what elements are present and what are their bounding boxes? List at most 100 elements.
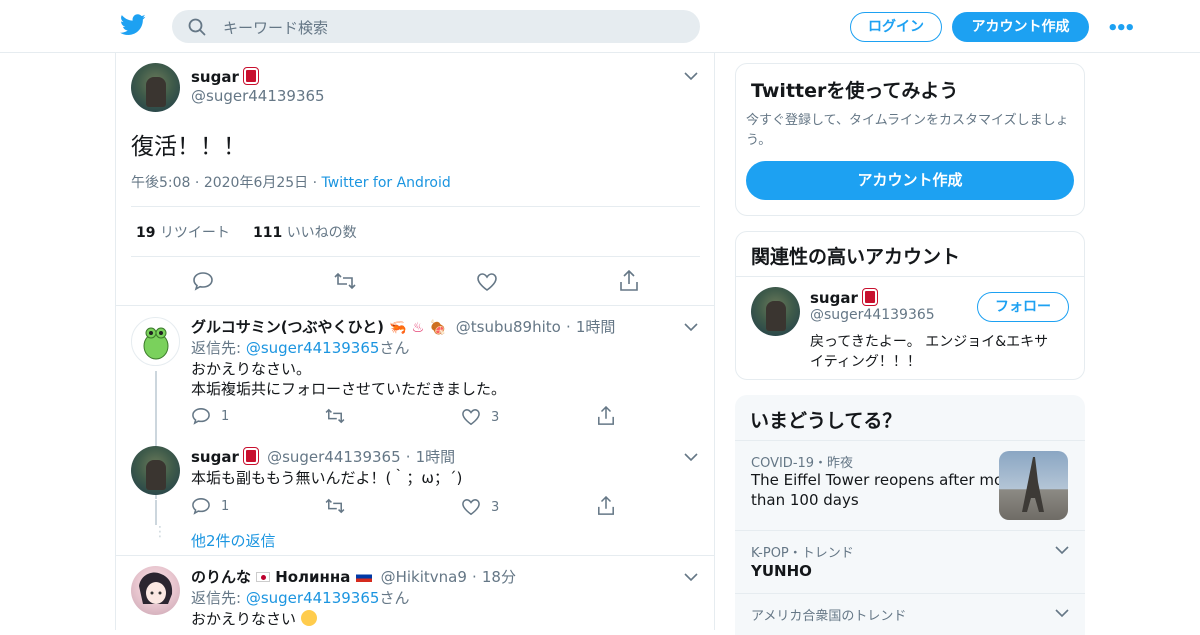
signup-button[interactable]: アカウント作成 bbox=[952, 12, 1089, 42]
eiffel-tower-thumbnail[interactable] bbox=[999, 451, 1068, 520]
reply-action[interactable]: 1 bbox=[191, 407, 229, 429]
trend-item[interactable]: K-POP・トレンド YUNHO bbox=[735, 530, 1085, 593]
search-bar[interactable]: キーワード検索 bbox=[172, 10, 700, 43]
related-account-handle[interactable]: @suger44139365 bbox=[810, 307, 935, 323]
tweet-author-name[interactable]: sugar bbox=[191, 68, 239, 86]
like-action[interactable]: 3 bbox=[461, 498, 499, 520]
more-menu-icon[interactable]: ••• bbox=[1107, 18, 1136, 39]
reply-action[interactable]: 1 bbox=[191, 497, 229, 519]
reply-text-line: おかえりなさい。 bbox=[191, 360, 312, 378]
trend-item[interactable]: COVID-19・昨夜 The Eiffel Tower reopens aft… bbox=[735, 440, 1085, 530]
tweet-time[interactable]: 午後5:08 bbox=[131, 175, 190, 191]
reply-time[interactable]: 1時間 bbox=[576, 318, 616, 336]
reply-time[interactable]: 1時間 bbox=[416, 448, 456, 466]
reply-to-handle-link[interactable]: @suger44139365 bbox=[246, 339, 380, 357]
emoji-hotspring-icon: ♨ bbox=[411, 320, 425, 336]
nerd-face-emoji-icon bbox=[300, 610, 317, 626]
divider bbox=[131, 256, 700, 257]
login-button[interactable]: ログイン bbox=[850, 12, 942, 42]
flower-card-emoji-icon bbox=[861, 288, 878, 306]
retweet-icon[interactable] bbox=[334, 272, 356, 290]
card-title: 関連性の高いアカウント bbox=[751, 246, 961, 268]
divider bbox=[116, 555, 714, 556]
card-description: う。 bbox=[746, 133, 772, 148]
twitter-bird-icon[interactable] bbox=[120, 14, 146, 36]
avatar[interactable] bbox=[131, 63, 180, 112]
share-icon[interactable] bbox=[619, 270, 639, 292]
search-placeholder: キーワード検索 bbox=[223, 19, 329, 37]
avatar[interactable] bbox=[131, 566, 180, 615]
reply-icon[interactable] bbox=[192, 271, 214, 291]
reply-text: おかえりなさい bbox=[191, 610, 297, 628]
thread-line bbox=[155, 500, 157, 525]
thread-dots: ⋮ bbox=[153, 524, 167, 540]
trend-meta: K-POP・トレンド bbox=[751, 546, 854, 561]
chevron-down-icon[interactable] bbox=[684, 322, 698, 332]
share-icon[interactable] bbox=[597, 496, 615, 516]
russia-flag-icon bbox=[355, 571, 372, 582]
related-account-bio: イティング！！！ bbox=[810, 354, 921, 370]
more-replies-link[interactable]: 他2件の返信 bbox=[191, 530, 276, 551]
related-accounts-card: 関連性の高いアカウント sugar @suger44139365 フォロー 戻っ… bbox=[735, 231, 1085, 380]
signup-button-large[interactable]: アカウント作成 bbox=[746, 161, 1074, 200]
avatar[interactable] bbox=[751, 287, 800, 336]
frog-character-icon bbox=[143, 327, 169, 360]
divider bbox=[131, 206, 700, 207]
reply-author-name[interactable]: グルコサミン(つぶやくひと) bbox=[191, 318, 384, 336]
eiffel-tower-icon bbox=[1022, 457, 1044, 512]
reply-author-handle[interactable]: @tsubu89hito bbox=[456, 318, 561, 336]
like-stats[interactable]: 111 いいねの数 bbox=[253, 222, 357, 242]
avatar[interactable] bbox=[131, 446, 180, 495]
emoji-meat-icon: 🍖 bbox=[429, 320, 447, 336]
retweet-stats[interactable]: 19 リツイート bbox=[136, 222, 230, 242]
like-icon bbox=[462, 409, 480, 426]
reply-icon bbox=[192, 498, 210, 515]
tweet-column: sugar @suger44139365 復活！！！ 午後5:08 · 2020… bbox=[115, 53, 715, 630]
reply-author-name[interactable]: sugar bbox=[191, 448, 239, 466]
related-account-name[interactable]: sugar bbox=[810, 289, 858, 307]
japan-flag-icon bbox=[256, 572, 271, 582]
chevron-down-icon[interactable] bbox=[1055, 608, 1069, 618]
reply-author-name[interactable]: のりんな bbox=[191, 568, 251, 586]
like-icon bbox=[462, 499, 480, 516]
flower-card-emoji-icon bbox=[242, 67, 259, 85]
related-account-bio: 戻ってきたよー。 エンジョイ&エキサ bbox=[810, 334, 1049, 350]
tweet-date[interactable]: 2020年6月25日 bbox=[204, 175, 308, 191]
reply-author-name-secondary[interactable]: Нолинна bbox=[275, 568, 350, 586]
chevron-down-icon[interactable] bbox=[684, 572, 698, 582]
tweet-author-handle[interactable]: @suger44139365 bbox=[191, 87, 325, 105]
reply-author-handle[interactable]: @suger44139365 bbox=[267, 448, 401, 466]
signup-promo-card: Twitterを使ってみよう 今すぐ登録して、タイムラインをカスタマイズしましょ… bbox=[735, 63, 1085, 216]
share-icon[interactable] bbox=[597, 406, 615, 426]
retweet-icon[interactable] bbox=[325, 408, 345, 424]
reply-text-line: 本垢複垢共にフォローさせていただきました。 bbox=[191, 380, 507, 398]
divider bbox=[736, 276, 1084, 277]
retweet-icon[interactable] bbox=[325, 498, 345, 514]
like-icon[interactable] bbox=[476, 272, 498, 292]
chevron-down-icon[interactable] bbox=[684, 71, 698, 81]
chevron-down-icon[interactable] bbox=[1055, 545, 1069, 555]
reply-time[interactable]: 18分 bbox=[482, 568, 516, 586]
follow-button[interactable]: フォロー bbox=[977, 292, 1069, 322]
tweet-source-link[interactable]: Twitter for Android bbox=[322, 175, 451, 191]
tweet-text: 復活！！！ bbox=[131, 134, 246, 160]
reply-to-handle-link[interactable]: @suger44139365 bbox=[246, 589, 380, 607]
like-action[interactable]: 3 bbox=[461, 408, 499, 430]
chevron-down-icon[interactable] bbox=[684, 452, 698, 462]
reply-author-handle[interactable]: @Hikitvna9 bbox=[381, 568, 467, 586]
reply-to-prefix: 返信先: bbox=[191, 589, 242, 607]
trend-item[interactable]: アメリカ合衆国のトレンド bbox=[735, 593, 1085, 635]
top-bar: キーワード検索 ログイン アカウント作成 ••• bbox=[0, 0, 1200, 53]
reply-icon bbox=[192, 408, 210, 425]
trend-meta: アメリカ合衆国のトレンド bbox=[751, 609, 907, 624]
divider bbox=[116, 305, 714, 306]
trend-title: YUNHO bbox=[751, 562, 812, 580]
emoji-shrimp-icon: 🦐 bbox=[389, 320, 407, 336]
card-title: Twitterを使ってみよう bbox=[751, 80, 959, 102]
reply-to-prefix: 返信先: bbox=[191, 339, 242, 357]
trends-title: いまどうしてる？ bbox=[750, 410, 902, 432]
avatar[interactable] bbox=[131, 317, 180, 366]
anime-girl-avatar-icon bbox=[139, 572, 173, 604]
trends-panel: いまどうしてる？ COVID-19・昨夜 The Eiffel Tower re… bbox=[735, 395, 1085, 635]
flower-card-emoji-icon bbox=[242, 447, 259, 465]
